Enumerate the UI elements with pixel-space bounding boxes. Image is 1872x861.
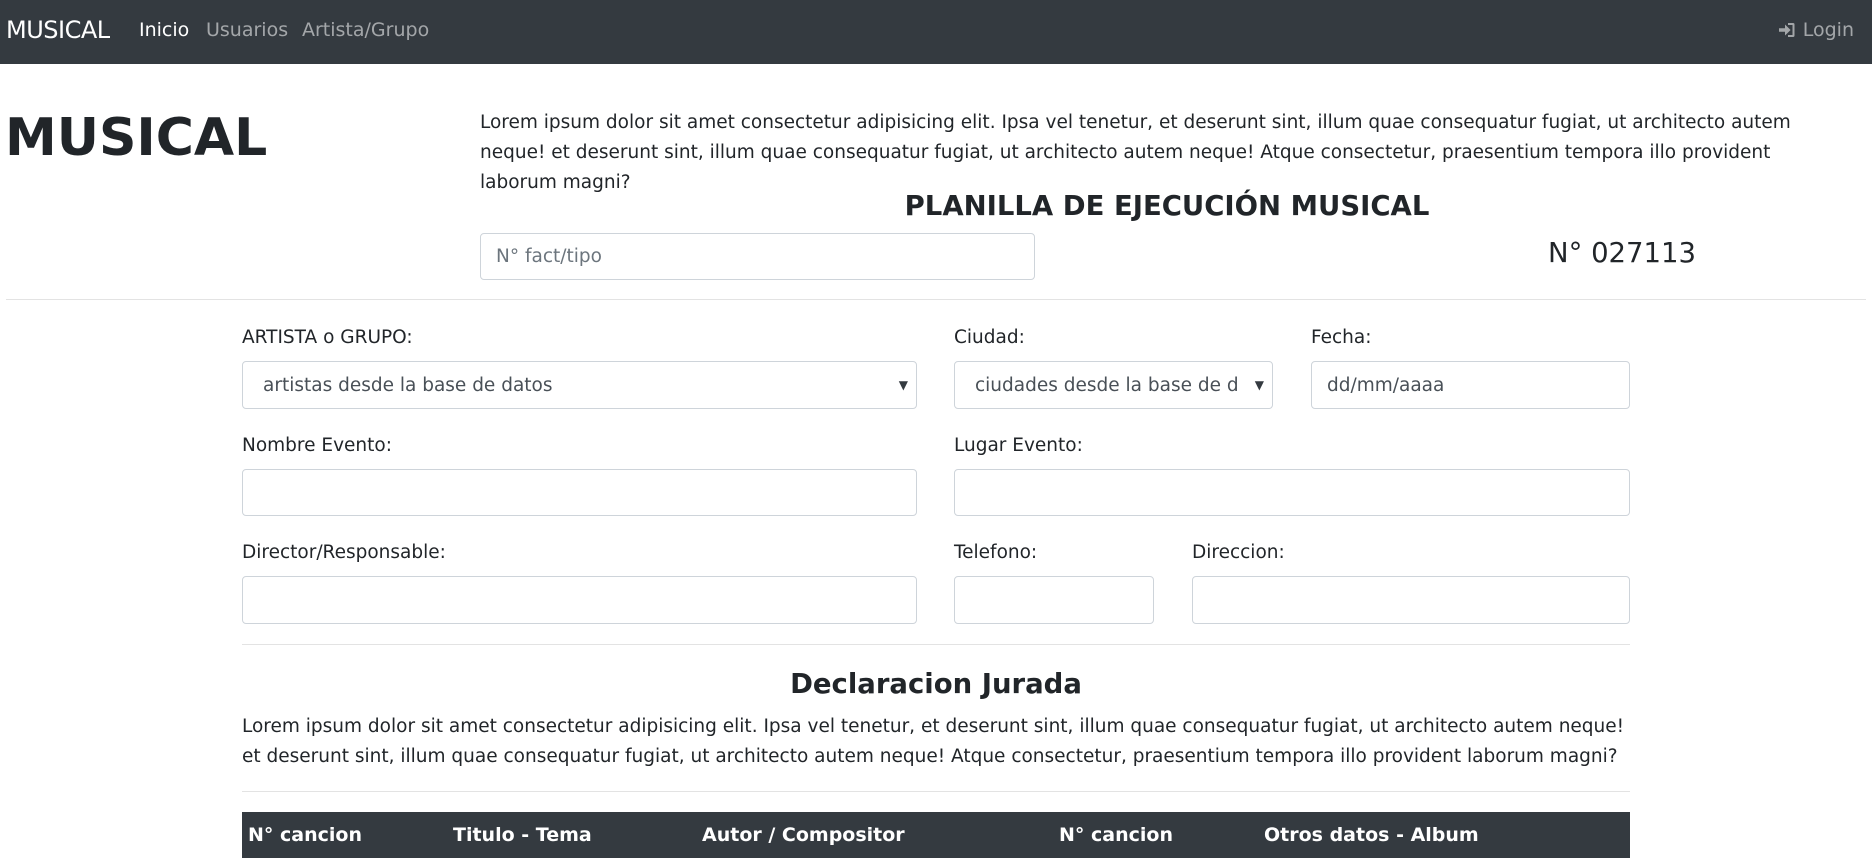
login-link[interactable]: Login bbox=[1777, 18, 1854, 42]
planilla-title: PLANILLA DE EJECUCIÓN MUSICAL bbox=[904, 190, 1430, 222]
factura-input[interactable]: N° fact/tipo bbox=[480, 233, 1035, 280]
page-title: MUSICAL bbox=[5, 108, 268, 168]
table-header-cell: Titulo - Tema bbox=[453, 824, 592, 846]
lugar-evento-label: Lugar Evento: bbox=[954, 435, 1083, 456]
table-header-cell: Autor / Compositor bbox=[702, 824, 905, 846]
direccion-label: Direccion: bbox=[1192, 542, 1285, 563]
caret-down-icon: ▼ bbox=[894, 378, 908, 392]
fecha-input[interactable]: dd/mm/aaaa bbox=[1311, 361, 1630, 409]
nombre-evento-input[interactable] bbox=[242, 469, 917, 516]
director-input[interactable] bbox=[242, 576, 917, 624]
table-header-cell: N° cancion bbox=[248, 824, 362, 846]
table-header-cell: N° cancion bbox=[1059, 824, 1173, 846]
telefono-label: Telefono: bbox=[954, 542, 1038, 563]
direccion-input[interactable] bbox=[1192, 576, 1630, 624]
director-label: Director/Responsable: bbox=[242, 542, 446, 563]
header-divider bbox=[6, 299, 1866, 300]
planilla-number: N° 027113 bbox=[1548, 237, 1697, 269]
table-header-cell: Otros datos - Album bbox=[1264, 824, 1479, 846]
declaracion-title: Declaracion Jurada bbox=[790, 668, 1082, 700]
top-navbar: MUSICAL Inicio Usuarios Artista/Grupo Lo… bbox=[0, 0, 1872, 64]
fecha-label: Fecha: bbox=[1311, 327, 1372, 348]
ciudad-label: Ciudad: bbox=[954, 327, 1025, 348]
nombre-evento-label: Nombre Evento: bbox=[242, 435, 392, 456]
ciudad-select[interactable]: ciudades desde la base de datos ▼ bbox=[954, 361, 1273, 409]
declaracion-divider bbox=[242, 791, 1630, 792]
login-label: Login bbox=[1802, 19, 1854, 41]
lugar-evento-input[interactable] bbox=[954, 469, 1630, 516]
sign-in-icon bbox=[1778, 23, 1795, 37]
artista-select-value: artistas desde la base de datos bbox=[263, 374, 553, 396]
fecha-value: dd/mm/aaaa bbox=[1327, 374, 1445, 396]
artista-label: ARTISTA o GRUPO: bbox=[242, 327, 413, 348]
telefono-input[interactable] bbox=[954, 576, 1154, 624]
ciudad-select-value: ciudades desde la base de datos bbox=[975, 374, 1238, 396]
navbar-brand[interactable]: MUSICAL bbox=[6, 14, 110, 46]
nav-link-artista-grupo[interactable]: Artista/Grupo bbox=[302, 18, 429, 42]
songs-table-header: N° cancion Titulo - Tema Autor / Composi… bbox=[242, 812, 1630, 858]
intro-paragraph: Lorem ipsum dolor sit amet consectetur a… bbox=[480, 112, 1791, 193]
nav-link-inicio[interactable]: Inicio bbox=[139, 18, 189, 42]
factura-placeholder: N° fact/tipo bbox=[496, 246, 602, 267]
nav-link-usuarios[interactable]: Usuarios bbox=[206, 18, 288, 42]
form-divider bbox=[242, 644, 1630, 645]
artista-select[interactable]: artistas desde la base de datos ▼ bbox=[242, 361, 917, 409]
declaracion-text: Lorem ipsum dolor sit amet consectetur a… bbox=[242, 716, 1625, 767]
caret-down-icon: ▼ bbox=[1250, 378, 1264, 392]
